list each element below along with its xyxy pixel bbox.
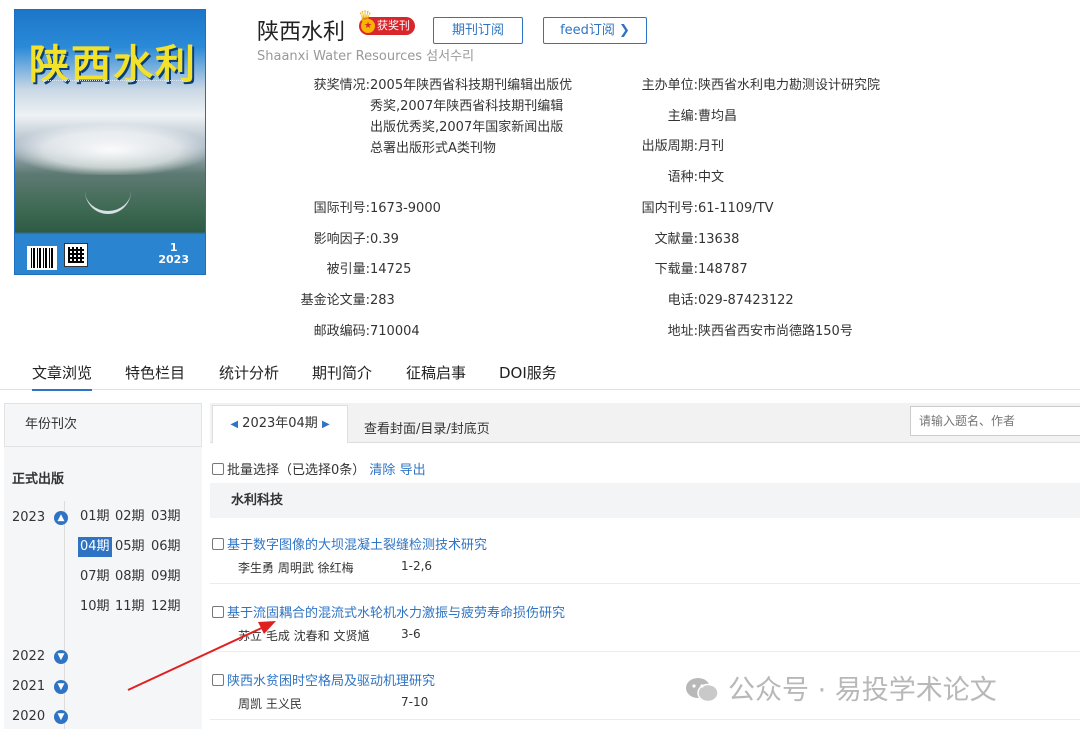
chevron-up-icon[interactable]: ▲ xyxy=(54,511,68,525)
article-pages: 1-2,6 xyxy=(401,559,433,573)
year-issue-sidebar: 年份刊次 正式出版 2023 ▲ 01期 02期 03期 04期 05期 06期… xyxy=(4,403,202,729)
cover-dam xyxy=(85,178,131,214)
article-item: 基于数字图像的大坝混凝土裂缝检测技术研究 李生勇 周明武 徐红梅 1-2,6 xyxy=(210,534,1080,584)
award-badge: ♛ ★ 获奖刊 xyxy=(358,8,415,35)
batch-select-label: 批量选择（已选择0条） xyxy=(227,463,366,478)
nav-statistics[interactable]: 统计分析 xyxy=(219,362,279,383)
issue-05[interactable]: 05期 xyxy=(113,537,147,557)
cover-mist xyxy=(15,125,205,175)
feed-subscribe-button[interactable]: feed订阅 ❯ xyxy=(543,17,647,44)
journal-english-title: Shaanxi Water Resources 섬서수리 xyxy=(257,49,475,64)
caret-right-icon[interactable]: ▶ xyxy=(322,419,330,430)
issue-02[interactable]: 02期 xyxy=(113,507,147,527)
article-title-2[interactable]: 基于流固耦合的混流式水轮机水力激振与疲劳寿命损伤研究 xyxy=(212,602,565,621)
view-cover-toc-link[interactable]: 查看封面/目录/封底页 xyxy=(364,418,490,437)
timeline-line xyxy=(64,501,65,729)
issue-tabbar: ◀ 2023年04期 ▶ 查看封面/目录/封底页 xyxy=(210,403,1080,443)
chevron-down-icon[interactable]: ▼ xyxy=(54,680,68,694)
article-title-1[interactable]: 基于数字图像的大坝混凝土裂缝检测技术研究 xyxy=(212,534,487,553)
article-title-3[interactable]: 陕西水贫困时空格局及驱动机理研究 xyxy=(212,670,435,689)
nav-doi-service[interactable]: DOI服务 xyxy=(499,362,557,383)
article-authors: 李生勇 周明武 徐红梅 xyxy=(238,561,354,575)
issue-01[interactable]: 01期 xyxy=(78,507,112,527)
year-2020[interactable]: 2020 xyxy=(12,709,45,724)
article-checkbox[interactable] xyxy=(212,674,224,686)
info-label: 获奖情况: xyxy=(313,78,370,93)
export-link[interactable]: 导出 xyxy=(400,463,426,478)
journal-title: 陕西水利 xyxy=(257,20,346,45)
issue-03[interactable]: 03期 xyxy=(149,507,183,527)
search-input[interactable] xyxy=(910,406,1080,436)
issue-10[interactable]: 10期 xyxy=(78,597,112,617)
article-item: 基于流固耦合的混流式水轮机水力激振与疲劳寿命损伤研究 苏立 毛成 沈春和 文贤馗… xyxy=(210,602,1080,652)
nav-article-browse[interactable]: 文章浏览 xyxy=(32,362,93,391)
clear-selection-link[interactable]: 清除 xyxy=(369,463,395,478)
wechat-icon xyxy=(686,678,719,703)
article-checkbox[interactable] xyxy=(212,538,224,550)
year-2023[interactable]: 2023 xyxy=(12,510,45,525)
periodical-subscribe-button[interactable]: 期刊订阅 xyxy=(433,17,523,44)
info-award-value: 2005年陕西省科技期刊编辑出版优 秀奖,2007年陕西省科技期刊编辑 出版优秀… xyxy=(370,78,573,156)
issue-07[interactable]: 07期 xyxy=(78,567,112,587)
issue-06[interactable]: 06期 xyxy=(149,537,183,557)
qr-code-icon xyxy=(64,243,88,267)
main-nav: 文章浏览 特色栏目 统计分析 期刊简介 征稿启事 DOI服务 xyxy=(0,356,1080,391)
article-pages: 7-10 xyxy=(401,695,429,709)
nav-call-for-papers[interactable]: 征稿启事 xyxy=(406,362,466,383)
year-issue-tab[interactable]: 年份刊次 xyxy=(4,403,202,447)
journal-cover-image: 陕西水利 1 2023 xyxy=(14,9,206,275)
barcode-icon xyxy=(27,246,57,270)
cover-subtitle-line xyxy=(43,80,183,84)
watermark: 公众号 · 易投学术论文 xyxy=(684,668,997,707)
issue-09[interactable]: 09期 xyxy=(149,567,183,587)
nav-featured-columns[interactable]: 特色栏目 xyxy=(125,362,185,383)
chevron-down-icon[interactable]: ▼ xyxy=(54,650,68,664)
star-coin-icon: ★ xyxy=(361,19,375,33)
issue-11[interactable]: 11期 xyxy=(113,597,147,617)
article-authors: 周凯 王义民 xyxy=(238,697,302,711)
article-pages: 3-6 xyxy=(401,627,421,641)
article-authors: 苏立 毛成 沈春和 文贤馗 xyxy=(238,629,370,643)
issue-08[interactable]: 08期 xyxy=(113,567,147,587)
article-checkbox[interactable] xyxy=(212,606,224,618)
nav-journal-intro[interactable]: 期刊简介 xyxy=(312,362,372,383)
year-2021[interactable]: 2021 xyxy=(12,679,45,694)
batch-select-checkbox[interactable] xyxy=(212,463,224,475)
section-title: 水利科技 xyxy=(210,483,1080,518)
issue-04[interactable]: 04期 xyxy=(78,537,112,557)
cover-issue-number: 1 2023 xyxy=(158,241,189,266)
chevron-down-icon[interactable]: ▼ xyxy=(54,710,68,724)
issue-12[interactable]: 12期 xyxy=(149,597,183,617)
year-2022[interactable]: 2022 xyxy=(12,649,45,664)
current-issue-tab[interactable]: ◀ 2023年04期 ▶ xyxy=(212,405,348,443)
caret-left-icon[interactable]: ◀ xyxy=(230,419,238,430)
official-publication-label: 正式出版 xyxy=(12,472,65,487)
batch-select-row: 批量选择（已选择0条） 清除 导出 xyxy=(212,459,426,478)
